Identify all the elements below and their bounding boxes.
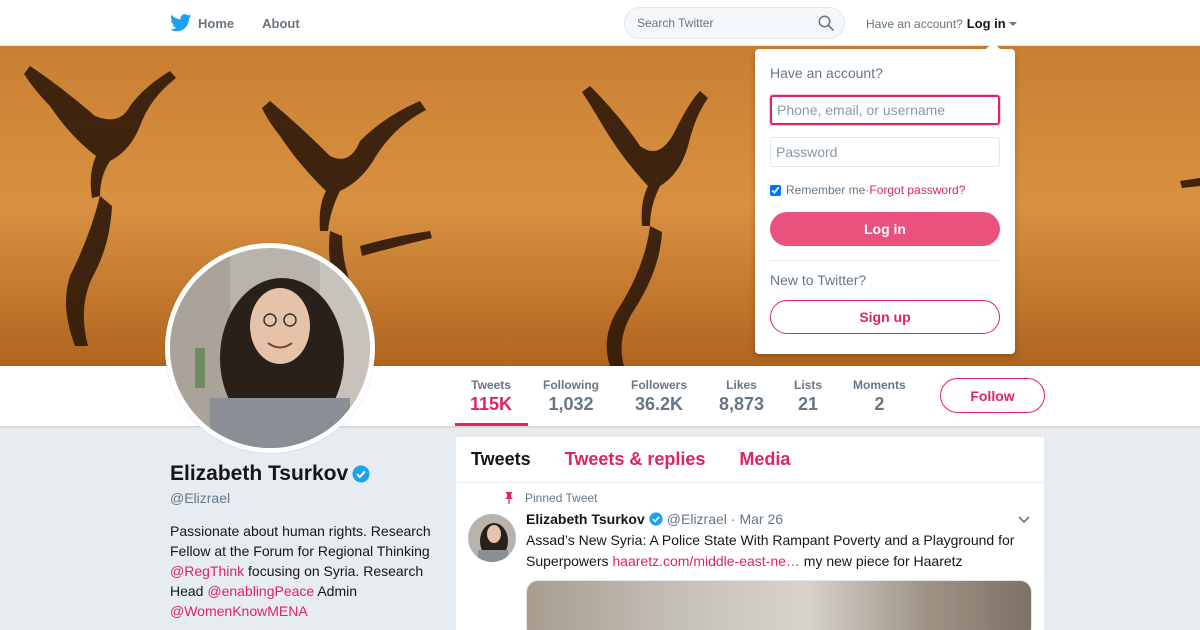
dropdown-title: Have an account? [770, 65, 883, 81]
stat-label: Lists [794, 378, 823, 392]
follow-button[interactable]: Follow [940, 378, 1045, 413]
pinned-tweet-label: Pinned Tweet [525, 491, 598, 505]
stat-label: Moments [853, 378, 906, 392]
timeline-tabs: Tweets Tweets & replies Media [456, 437, 1044, 483]
forgot-password-link[interactable]: Forgot password? [869, 183, 965, 197]
remember-checkbox[interactable] [770, 184, 781, 196]
stat-followers[interactable]: Followers 36.2K [631, 378, 687, 415]
twitter-bird-icon [170, 14, 192, 32]
tweet-header: Elizabeth Tsurkov @Elizrael · Mar 26 [526, 511, 783, 527]
avatar-image [170, 248, 370, 458]
tweet-link[interactable]: haaretz.com/middle-east-ne… [612, 553, 800, 569]
stat-value: 21 [797, 394, 819, 414]
verified-badge-icon [352, 465, 370, 483]
login-toggle[interactable]: Have an account? Log in [866, 16, 1017, 31]
profile-name[interactable]: Elizabeth Tsurkov [170, 462, 370, 486]
stat-value: 2 [874, 394, 885, 414]
top-nav: Home About Have an account? Log in [0, 0, 1200, 46]
tweet-media-image[interactable] [526, 580, 1032, 630]
remember-row: Remember me · Forgot password? [770, 183, 965, 197]
tab-tweets[interactable]: Tweets [471, 449, 531, 470]
dropdown-arrow [985, 42, 1001, 50]
tweet-text-body: my new piece for Haaretz [799, 553, 963, 569]
pin-icon [505, 492, 513, 504]
nav-home-label: Home [198, 15, 235, 31]
tweet-avatar-image [468, 514, 516, 562]
profile-avatar[interactable] [165, 243, 375, 458]
search-input[interactable] [625, 8, 805, 38]
stat-label: Followers [631, 378, 688, 392]
tweet-avatar[interactable] [468, 514, 516, 562]
tab-media[interactable]: Media [739, 449, 790, 470]
nav-left: Home About [170, 0, 328, 46]
stat-label: Following [543, 378, 599, 392]
stat-following[interactable]: Following 1,032 [543, 378, 599, 415]
active-tab-underline [455, 423, 528, 426]
username-field[interactable] [770, 95, 1000, 125]
password-field[interactable] [770, 137, 1000, 167]
timeline: Tweets Tweets & replies Media Pinned Twe… [456, 437, 1044, 630]
profile-bio: Passionate about human rights. Research … [170, 521, 432, 621]
stat-label: Likes [726, 378, 757, 392]
stat-lists[interactable]: Lists 21 [794, 378, 822, 415]
stat-likes[interactable]: Likes 8,873 [719, 378, 764, 415]
bio-text: Admin [314, 583, 358, 599]
tab-tweets-replies[interactable]: Tweets & replies [565, 449, 706, 470]
search-icon[interactable] [818, 15, 834, 31]
remember-label: Remember me [786, 183, 866, 197]
stat-tweets[interactable]: Tweets 115K [470, 378, 512, 415]
signup-button[interactable]: Sign up [770, 300, 1000, 334]
new-to-twitter-label: New to Twitter? [770, 272, 867, 288]
login-button[interactable]: Log in [770, 212, 1000, 246]
tweet-author[interactable]: Elizabeth Tsurkov [526, 511, 645, 527]
verified-badge-icon [649, 512, 663, 526]
stat-moments[interactable]: Moments 2 [853, 378, 906, 415]
login-link[interactable]: Log in [967, 16, 1006, 31]
divider [770, 260, 1000, 261]
stat-value: 8,873 [719, 394, 765, 414]
nav-about[interactable]: About [262, 16, 300, 31]
account-prompt: Have an account? [866, 16, 963, 31]
caret-down-icon [1008, 22, 1017, 26]
stat-label: Tweets [471, 378, 511, 392]
tweet-date[interactable]: · Mar 26 [731, 511, 783, 527]
bio-text: Passionate about human rights. Research … [170, 523, 431, 559]
stat-value: 36.2K [634, 394, 684, 414]
login-dropdown: Have an account? Remember me · Forgot pa… [755, 42, 1015, 354]
bio-mention-link[interactable]: @WomenKnowMENA [170, 603, 308, 619]
bio-mention-link[interactable]: @enablingPeace [207, 583, 314, 599]
stat-value: 115K [470, 394, 513, 414]
stat-value: 1,032 [548, 394, 594, 414]
profile-name-text: Elizabeth Tsurkov [170, 462, 349, 485]
chevron-down-icon[interactable] [1018, 516, 1030, 524]
profile-handle[interactable]: @Elizrael [170, 490, 230, 506]
tweet-handle[interactable]: @Elizrael [667, 511, 727, 527]
tweet-text: Assad’s New Syria: A Police State With R… [526, 530, 1031, 572]
bio-mention-link[interactable]: @RegThink [170, 563, 244, 579]
nav-about-label: About [262, 15, 300, 31]
nav-home[interactable]: Home [170, 14, 234, 32]
search-box [624, 7, 845, 39]
